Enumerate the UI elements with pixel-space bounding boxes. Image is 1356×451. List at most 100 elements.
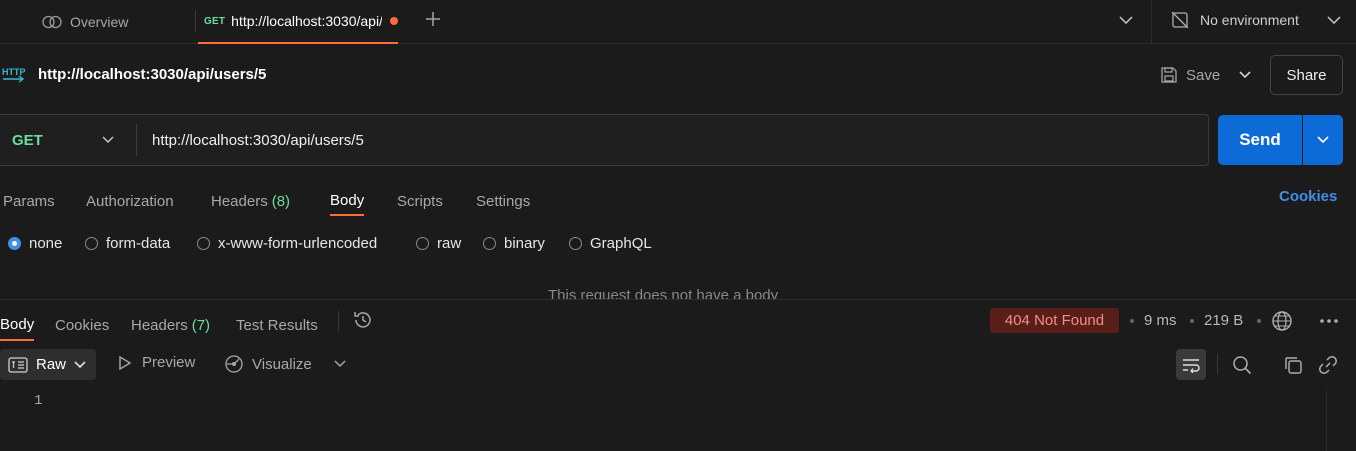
link-icon[interactable] [1317, 354, 1339, 376]
tab-headers[interactable]: Headers (8) [211, 186, 290, 216]
tab-body-label: Body [330, 191, 365, 209]
response-tab-body-label: Body [0, 315, 35, 333]
radio-urlencoded[interactable]: x-www-form-urlencoded [197, 233, 377, 253]
radio-icon [483, 236, 496, 250]
save-label: Save [1186, 66, 1221, 84]
meta-separator [1190, 319, 1194, 323]
status-badge[interactable]: 404 Not Found [990, 308, 1119, 333]
env-divider [1151, 0, 1152, 44]
tab-settings[interactable]: Settings [476, 186, 530, 216]
format-select[interactable]: Raw [0, 349, 96, 380]
visualize-button[interactable]: Visualize [224, 354, 312, 374]
radio-none[interactable]: none [8, 233, 62, 253]
chevron-down-icon [74, 360, 86, 369]
chevron-down-icon [334, 360, 346, 368]
visualize-dropdown-button[interactable] [330, 354, 350, 374]
radio-raw-label: raw [437, 234, 462, 252]
no-body-message: This request does not have a body [548, 287, 779, 299]
tab-scripts[interactable]: Scripts [397, 186, 443, 216]
more-options-icon[interactable] [1318, 310, 1340, 332]
environment-dropdown-button[interactable] [1322, 8, 1346, 32]
radio-graphql-label: GraphQL [590, 234, 652, 252]
radio-icon [85, 236, 98, 250]
tabs-menu-button[interactable] [1112, 8, 1140, 32]
tab-overview-label: Overview [70, 14, 129, 30]
tab-authorization-label: Authorization [86, 192, 174, 210]
response-tab-cookies[interactable]: Cookies [55, 309, 109, 341]
overview-icon [42, 15, 62, 29]
meta-separator [1257, 319, 1261, 323]
preview-button[interactable]: Preview [118, 354, 195, 371]
tab-body[interactable]: Body [330, 186, 365, 216]
no-environment-icon [1170, 10, 1190, 30]
visualize-label: Visualize [252, 355, 312, 373]
response-tab-test-results-label: Test Results [236, 316, 318, 334]
radio-binary-label: binary [504, 234, 545, 252]
tab-authorization[interactable]: Authorization [86, 186, 174, 216]
tab-scripts-label: Scripts [397, 192, 443, 210]
chevron-down-icon [1317, 136, 1329, 144]
environment-label: No environment [1200, 12, 1299, 28]
tab-active-request[interactable]: GET http://localhost:3030/api/users/5 [198, 0, 398, 44]
visualize-icon [225, 355, 243, 373]
chevron-down-icon [1327, 16, 1341, 24]
response-scrollbar[interactable] [1326, 390, 1356, 451]
wrap-icon [1183, 358, 1200, 373]
play-icon [119, 355, 132, 370]
format-label: Raw [36, 356, 67, 373]
copy-icon[interactable] [1282, 354, 1304, 376]
method-label: GET [12, 131, 43, 149]
method-dropdown-button[interactable] [96, 128, 120, 152]
tab-params[interactable]: Params [3, 186, 55, 216]
radio-icon [416, 236, 429, 250]
response-tab-test-results[interactable]: Test Results [236, 309, 318, 341]
response-tab-headers-label: Headers [131, 316, 188, 334]
tab-url: http://localhost:3030/api/users/5 [231, 13, 382, 29]
send-options-button[interactable] [1303, 115, 1343, 165]
request-title[interactable]: http://localhost:3030/api/users/5 [38, 66, 266, 83]
globe-icon[interactable] [1271, 310, 1293, 332]
pane-divider[interactable] [0, 299, 1356, 300]
chevron-down-icon [102, 136, 114, 144]
share-button[interactable]: Share [1270, 55, 1343, 95]
tab-headers-label: Headers [211, 192, 268, 210]
url-input[interactable] [152, 126, 1192, 154]
cookies-link[interactable]: Cookies [1279, 188, 1337, 205]
radio-graphql[interactable]: GraphQL [569, 233, 652, 253]
headers-count: (8) [271, 192, 291, 210]
response-headers-count: (7) [191, 316, 211, 334]
search-icon[interactable] [1231, 354, 1253, 376]
preview-label: Preview [142, 354, 196, 371]
send-button[interactable]: Send [1218, 115, 1302, 165]
radio-binary[interactable]: binary [483, 233, 545, 253]
history-icon[interactable] [352, 309, 374, 331]
tab-settings-label: Settings [476, 192, 531, 210]
line-number: 1 [34, 393, 43, 409]
radio-icon [197, 236, 210, 250]
meta-separator [1130, 319, 1134, 323]
response-tab-divider [338, 311, 339, 331]
radio-icon [569, 236, 582, 250]
save-icon [1161, 67, 1177, 83]
wrap-lines-button[interactable] [1176, 349, 1206, 380]
response-time[interactable]: 9 ms [1144, 312, 1177, 329]
radio-urlencoded-label: x-www-form-urlencoded [218, 234, 378, 252]
response-size[interactable]: 219 B [1204, 312, 1243, 329]
radio-raw[interactable]: raw [416, 233, 461, 253]
response-tab-headers[interactable]: Headers (7) [131, 309, 210, 341]
http-request-icon: HTTP [0, 62, 28, 90]
chevron-down-icon [1119, 16, 1133, 24]
radio-none-label: none [29, 234, 63, 252]
response-tab-body[interactable]: Body [0, 309, 35, 341]
save-options-button[interactable] [1232, 62, 1258, 88]
response-tab-cookies-label: Cookies [55, 316, 110, 334]
chevron-down-icon [1239, 71, 1251, 79]
add-tab-button[interactable] [420, 6, 446, 32]
tab-params-label: Params [3, 192, 55, 210]
url-divider [136, 124, 137, 156]
radio-form-data[interactable]: form-data [85, 233, 170, 253]
tab-overview[interactable]: Overview [30, 0, 198, 44]
svg-text:HTTP: HTTP [2, 67, 26, 77]
save-button[interactable]: Save [1156, 58, 1224, 92]
environment-selector[interactable]: No environment [1170, 0, 1299, 40]
